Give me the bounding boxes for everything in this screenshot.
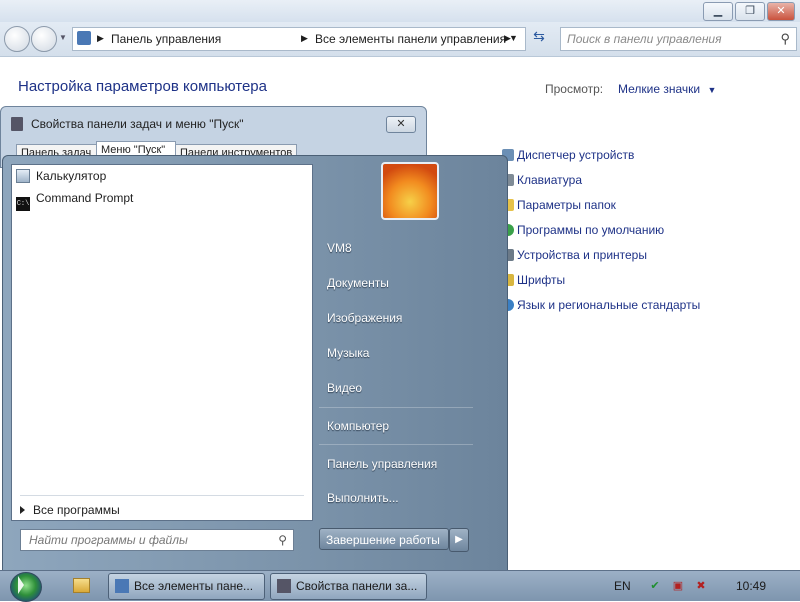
start-item-run[interactable]: Выполнить...	[327, 491, 399, 505]
dialog-icon	[11, 117, 23, 131]
start-search-placeholder: Найти программы и файлы	[29, 533, 188, 547]
user-avatar[interactable]	[381, 162, 439, 220]
breadcrumb-control-panel[interactable]: Панель управления	[111, 32, 221, 46]
search-icon[interactable]: ⚲	[278, 533, 287, 547]
dialog-icon	[277, 579, 291, 593]
address-dropdown-icon[interactable]: ▼	[509, 33, 518, 43]
restore-button[interactable]: ❐	[735, 2, 765, 21]
start-item-user[interactable]: VM8	[327, 241, 352, 255]
forward-button[interactable]	[31, 26, 57, 52]
close-button[interactable]: ✕	[767, 2, 795, 21]
breadcrumb-all-items[interactable]: Все элементы панели управления	[315, 32, 506, 46]
cp-item-devices-printers[interactable]: Устройства и принтеры	[502, 248, 647, 262]
programs-panel: Калькулятор C:\ Command Prompt Все програ…	[11, 164, 313, 521]
network-icon[interactable]: ▣	[671, 580, 685, 593]
divider	[319, 407, 473, 408]
cp-item-keyboard[interactable]: Клавиатура	[502, 173, 582, 187]
shutdown-options-arrow-icon[interactable]: ▶	[449, 528, 469, 552]
control-panel-icon	[115, 579, 129, 593]
divider	[20, 495, 304, 496]
dialog-close-button[interactable]: ✕	[386, 116, 416, 133]
search-icon[interactable]: ⚲	[780, 31, 790, 47]
address-bar[interactable]: ▶ Панель управления ▶ Все элементы панел…	[72, 27, 526, 51]
start-item-control-panel[interactable]: Панель управления	[327, 457, 437, 471]
view-mode-dropdown[interactable]: Мелкие значки ▼	[618, 82, 716, 96]
breadcrumb-arrow-icon[interactable]: ▶	[97, 33, 104, 44]
command-prompt-icon: C:\	[16, 197, 30, 211]
control-panel-icon	[77, 31, 91, 45]
volume-muted-icon[interactable]: ✖	[694, 580, 708, 593]
start-button[interactable]	[10, 572, 42, 602]
mouse-cursor-icon	[18, 576, 24, 594]
back-button[interactable]	[4, 26, 30, 52]
pinned-explorer-button[interactable]	[64, 575, 98, 597]
divider	[319, 444, 473, 445]
view-mode-value: Мелкие значки	[618, 82, 701, 96]
navigation-bar: ▼ ▶ Панель управления ▶ Все элементы пан…	[0, 22, 800, 57]
search-placeholder: Поиск в панели управления	[567, 32, 722, 46]
folder-icon	[73, 578, 90, 593]
clock[interactable]: 10:49	[736, 579, 766, 593]
taskbar-item-control-panel[interactable]: Все элементы пане...	[108, 573, 265, 600]
calculator-icon	[16, 169, 30, 183]
taskbar: Все элементы пане... Свойства панели за.…	[0, 570, 800, 602]
all-programs-button[interactable]: Все программы	[20, 503, 120, 517]
shutdown-button[interactable]: Завершение работы	[319, 528, 449, 550]
arrow-right-icon	[20, 506, 25, 514]
cp-item-default-programs[interactable]: Программы по умолчанию	[502, 223, 664, 237]
breadcrumb-arrow-icon[interactable]: ▶	[301, 33, 308, 44]
chevron-down-icon: ▼	[707, 85, 717, 95]
cp-item-device-manager[interactable]: Диспетчер устройств	[502, 148, 634, 162]
program-command-prompt[interactable]: C:\ Command Prompt	[16, 191, 133, 211]
dialog-title: Свойства панели задач и меню "Пуск"	[31, 117, 244, 131]
start-item-pictures[interactable]: Изображения	[327, 311, 402, 325]
start-item-documents[interactable]: Документы	[327, 276, 389, 290]
window-titlebar: ▁ ❐ ✕	[0, 0, 800, 22]
search-input[interactable]: Поиск в панели управления ⚲	[560, 27, 797, 51]
start-item-computer[interactable]: Компьютер	[327, 419, 389, 433]
action-center-flag-icon[interactable]: ✔	[648, 580, 662, 593]
minimize-button[interactable]: ▁	[703, 2, 733, 21]
view-label: Просмотр:	[545, 82, 604, 96]
taskbar-item-taskbar-properties[interactable]: Свойства панели за...	[270, 573, 427, 600]
cp-item-folder-options[interactable]: Параметры папок	[502, 198, 616, 212]
page-title: Настройка параметров компьютера	[18, 78, 267, 95]
start-item-video[interactable]: Видео	[327, 381, 362, 395]
start-menu: Калькулятор C:\ Command Prompt Все програ…	[2, 155, 508, 572]
recent-pages-chevron-icon[interactable]: ▼	[59, 33, 67, 42]
start-search-input[interactable]: Найти программы и файлы ⚲	[20, 529, 294, 551]
program-calculator[interactable]: Калькулятор	[16, 169, 106, 189]
cp-item-fonts[interactable]: Шрифты	[502, 273, 565, 287]
start-item-music[interactable]: Музыка	[327, 346, 369, 360]
language-indicator[interactable]: EN	[614, 579, 631, 593]
cp-item-region-language[interactable]: Язык и региональные стандарты	[502, 298, 700, 312]
refresh-icon[interactable]: ⇆	[528, 28, 550, 48]
